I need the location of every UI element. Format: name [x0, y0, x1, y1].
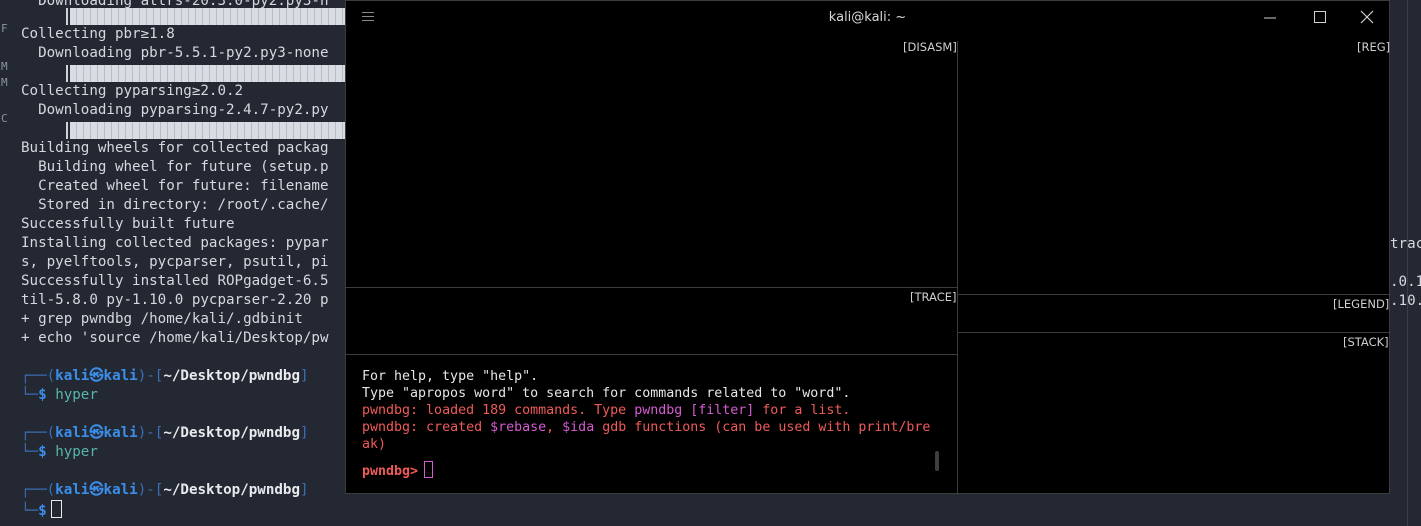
pwndbg-tag: pwndbg:	[362, 420, 419, 435]
terminal-line: Successfully built future	[21, 216, 235, 232]
left-edge-fragment: F	[1, 22, 8, 35]
pane-divider-horizontal[interactable]	[958, 294, 1391, 295]
gdb-text: loaded 189 commands. Type	[418, 403, 635, 418]
shell-command-line: └─$ hyper	[21, 387, 98, 403]
gdb-console[interactable]: For help, type "help". Type "apropos word…	[362, 368, 930, 480]
maximize-icon	[1314, 11, 1326, 23]
right-edge-fragment: trac	[1390, 236, 1421, 252]
terminal-line: Successfully installed ROPgadget-6.5	[21, 273, 329, 289]
terminal-line: Downloading pyparsing-2.4.7-py2.py	[21, 102, 329, 118]
prompt-path: ~/Desktop/pwndbg	[163, 482, 301, 498]
shell-input-line[interactable]: └─$	[21, 500, 62, 521]
prompt-dollar: $	[38, 387, 47, 403]
window-edge	[1407, 0, 1408, 526]
pane-label-legend: [LEGEND]	[1333, 297, 1390, 311]
prompt-at-symbol: ㉿	[89, 368, 104, 384]
left-edge-fragment: C	[1, 112, 8, 125]
download-progress-bar	[70, 122, 370, 139]
terminal-line: s, pyelftools, pycparser, psutil, pi	[21, 254, 329, 270]
window-titlebar[interactable]: kali@kali: ~	[346, 1, 1389, 35]
terminal-cursor[interactable]	[50, 500, 62, 518]
terminal-line: Building wheel for future (setup.p	[21, 159, 329, 175]
progress-bar-edge	[66, 8, 68, 25]
maximize-button[interactable]	[1307, 7, 1333, 29]
pane-divider-horizontal[interactable]	[958, 332, 1391, 333]
progress-bar-edge	[66, 122, 68, 139]
shell-command-line: └─$ hyper	[21, 444, 98, 460]
terminal-line: + echo 'source /home/kali/Desktop/pw	[21, 330, 329, 346]
pane-label-disasm: [DISASM]	[903, 40, 957, 54]
prompt-user: kali	[55, 368, 90, 384]
right-edge-fragment: .10.	[1390, 293, 1421, 309]
download-progress-bar	[70, 65, 370, 82]
minimize-button[interactable]	[1257, 7, 1283, 29]
shell-prompt: ┌──(kali㉿kali)-[~/Desktop/pwndbg]	[21, 368, 309, 384]
prompt-host: kali	[103, 482, 138, 498]
progress-bar-edge	[66, 65, 68, 82]
terminal-line: + grep pwndbg /home/kali/.gdbinit	[21, 311, 303, 327]
gdb-input-line[interactable]: pwndbg>	[362, 461, 930, 480]
close-icon	[1360, 10, 1374, 24]
right-edge-fragment: .0.1	[1390, 274, 1421, 290]
terminal-line: til-5.8.0 py-1.10.0 pycparser-2.20 p	[21, 292, 329, 308]
prompt-dollar: $	[38, 444, 47, 460]
window-title: kali@kali: ~	[828, 10, 907, 25]
shell-command: hyper	[55, 387, 98, 403]
prompt-at-symbol: ㉿	[89, 425, 104, 441]
pane-label-trace: [TRACE]	[910, 290, 957, 304]
close-button[interactable]	[1354, 7, 1380, 29]
left-edge-fragment: M	[1, 60, 8, 73]
pwndbg-tag: pwndbg:	[362, 403, 419, 418]
gdb-output-line: ak)	[362, 437, 387, 452]
terminal-line: Created wheel for future: filename	[21, 178, 329, 194]
download-progress-bar	[70, 8, 370, 25]
terminal-line: Building wheels for collected packag	[21, 140, 329, 156]
prompt-user: kali	[55, 482, 90, 498]
gdb-text: gdb functions (can be used with print/br…	[594, 420, 931, 435]
gdb-prompt: pwndbg>	[362, 464, 419, 479]
shell-command: hyper	[55, 444, 98, 460]
gdb-command-hint: pwndbg [filter]	[634, 403, 755, 418]
prompt-user: kali	[55, 425, 90, 441]
prompt-host: kali	[103, 425, 138, 441]
prompt-dollar: $	[38, 503, 47, 519]
pane-label-stack: [STACK]	[1343, 335, 1389, 349]
gdb-output-line: pwndbg: created $rebase, $ida gdb functi…	[362, 419, 930, 436]
gdb-text: created	[418, 420, 491, 435]
gdb-output-line: Type "apropos word" to search for comman…	[362, 386, 851, 401]
minimize-icon	[1264, 17, 1276, 19]
prompt-path: ~/Desktop/pwndbg	[163, 368, 301, 384]
gdb-output-line: For help, type "help".	[362, 369, 539, 384]
gdb-text: for a list.	[754, 403, 851, 418]
gdb-cursor[interactable]	[424, 461, 434, 478]
pane-divider-horizontal[interactable]	[346, 354, 957, 355]
hyper-terminal-window[interactable]: kali@kali: ~ [DISASM] [REG] [TRACE] [LEG…	[345, 0, 1391, 495]
left-edge-fragment: M	[1, 76, 8, 89]
pane-divider-vertical[interactable]	[957, 41, 958, 495]
prompt-host: kali	[103, 368, 138, 384]
pane-label-reg: [REG]	[1357, 40, 1391, 54]
gdb-variable: $ida	[562, 420, 595, 435]
terminal-line: Downloading pbr-5.5.1-py2.py3-none	[21, 45, 329, 61]
shell-prompt: ┌──(kali㉿kali)-[~/Desktop/pwndbg]	[21, 425, 309, 441]
gdb-text: ,	[546, 420, 563, 435]
terminal-line: Collecting pyparsing≥2.0.2	[21, 83, 244, 99]
shell-prompt: ┌──(kali㉿kali)-[~/Desktop/pwndbg]	[21, 482, 309, 498]
gdb-variable: $rebase	[490, 420, 547, 435]
terminal-line: Collecting pbr≥1.8	[21, 26, 175, 42]
scrollbar-thumb[interactable]	[935, 451, 939, 471]
terminal-line: Installing collected packages: pypar	[21, 235, 329, 251]
prompt-at-symbol: ㉿	[89, 482, 104, 498]
prompt-path: ~/Desktop/pwndbg	[163, 425, 301, 441]
pane-divider-horizontal[interactable]	[346, 287, 957, 288]
gdb-output-line: pwndbg: loaded 189 commands. Type pwndbg…	[362, 402, 930, 419]
terminal-line: Stored in directory: /root/.cache/	[21, 197, 329, 213]
